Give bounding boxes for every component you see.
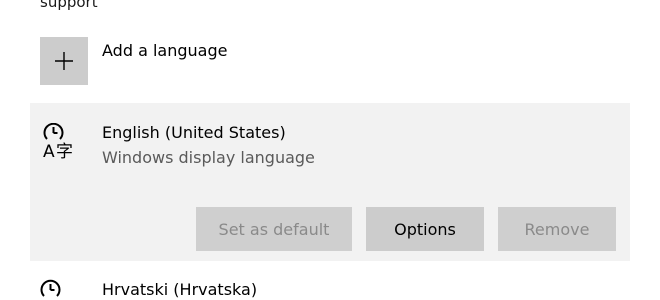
- svg-text:A: A: [43, 142, 55, 159]
- language-settings-page: support Add a language A 字 English (Unit…: [0, 0, 660, 300]
- language-icon: A 字: [43, 122, 77, 163]
- svg-text:字: 字: [56, 142, 73, 159]
- add-language-button[interactable]: Add a language: [40, 37, 227, 85]
- set-as-default-button[interactable]: Set as default: [196, 207, 352, 251]
- add-language-label: Add a language: [102, 41, 228, 60]
- language-subtitle: Windows display language: [102, 148, 315, 167]
- section-heading-fragment: support: [40, 0, 98, 11]
- plus-icon: [40, 37, 88, 85]
- remove-button[interactable]: Remove: [498, 207, 616, 251]
- options-button[interactable]: Options: [366, 207, 484, 251]
- language-name: English (United States): [102, 123, 286, 142]
- language-name[interactable]: Hrvatski (Hrvatska): [102, 280, 257, 299]
- language-item-english-us[interactable]: A 字 English (United States) Windows disp…: [30, 103, 630, 261]
- language-icon: [40, 278, 74, 300]
